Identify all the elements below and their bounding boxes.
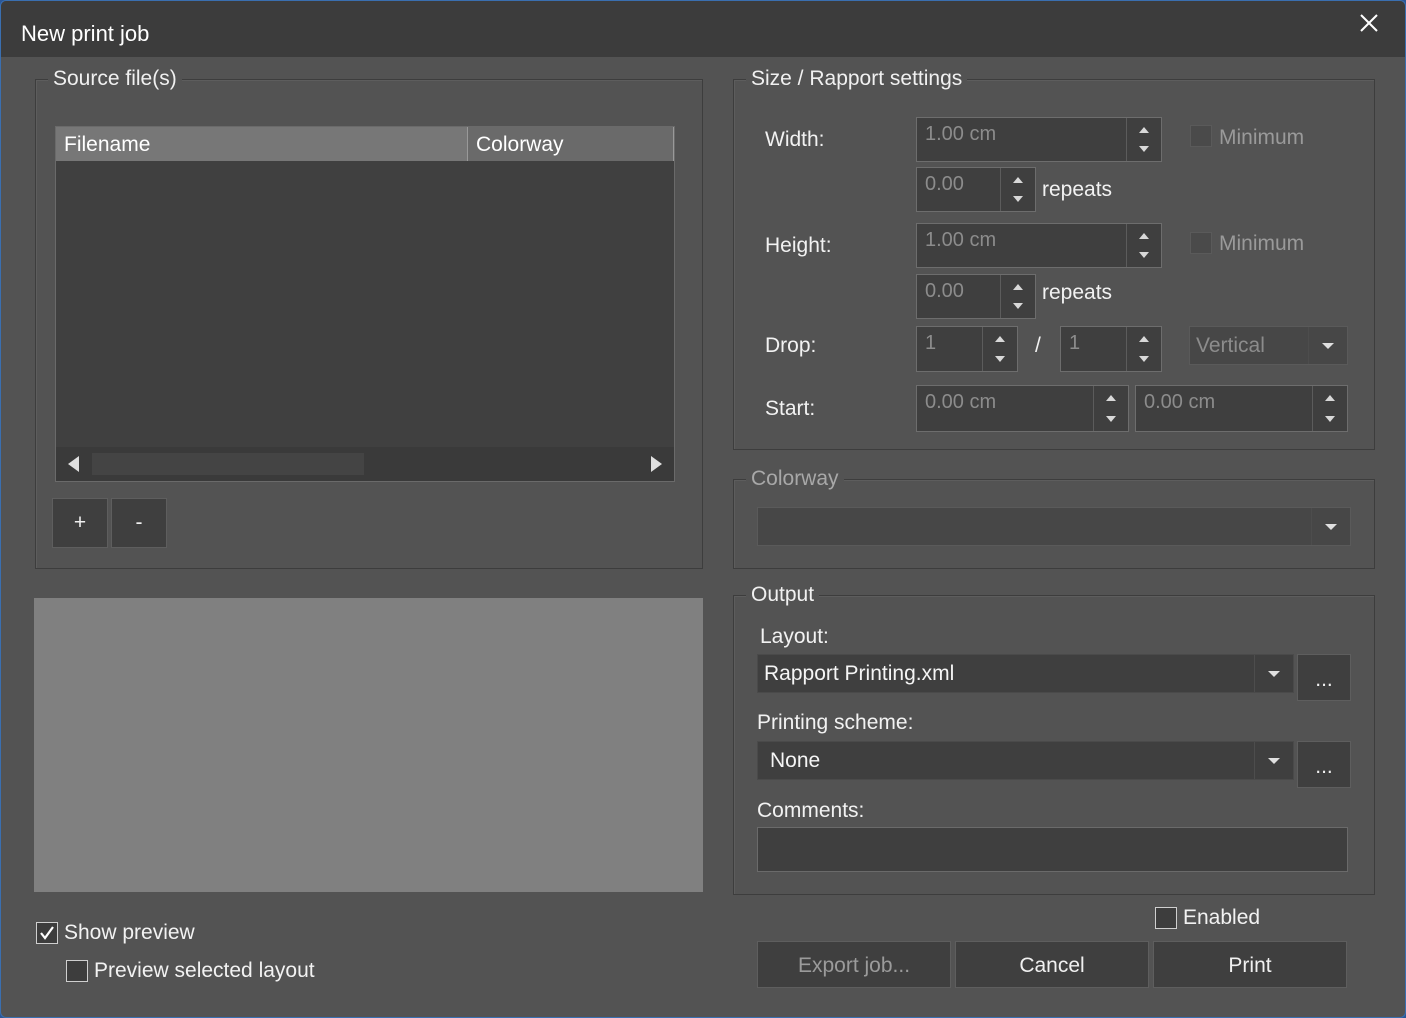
- print-job-dialog: New print job Source file(s) Filename Co…: [0, 0, 1406, 1018]
- chevron-down-icon[interactable]: [1254, 742, 1293, 779]
- comments-label: Comments:: [757, 799, 865, 822]
- chevron-up-icon[interactable]: [1013, 177, 1023, 183]
- chevron-down-icon[interactable]: [1139, 252, 1149, 258]
- output-group-title: Output: [746, 582, 820, 608]
- drop-label: Drop:: [765, 334, 817, 357]
- printing-scheme-browse-button[interactable]: ...: [1297, 741, 1351, 788]
- layout-label: Layout:: [760, 625, 829, 648]
- layout-browse-button[interactable]: ...: [1297, 654, 1351, 701]
- drop-denominator-value: 1: [1069, 332, 1081, 354]
- column-header-filename[interactable]: Filename: [56, 127, 468, 161]
- add-file-button[interactable]: +: [52, 498, 108, 548]
- chevron-down-icon[interactable]: [1106, 416, 1116, 422]
- chevron-up-icon[interactable]: [995, 336, 1005, 342]
- width-label: Width:: [765, 128, 825, 151]
- chevron-down-icon[interactable]: [1308, 327, 1347, 364]
- chevron-down-icon[interactable]: [1013, 196, 1023, 202]
- comments-field[interactable]: [757, 827, 1348, 872]
- width-minimum-checkbox[interactable]: [1190, 125, 1212, 147]
- layout-select[interactable]: Rapport Printing.xml: [757, 654, 1294, 693]
- colorway-group-title: Colorway: [746, 466, 844, 492]
- column-header-colorway[interactable]: Colorway: [468, 127, 674, 161]
- drop-denominator-spinbox[interactable]: 1: [1060, 326, 1162, 372]
- print-button[interactable]: Print: [1153, 941, 1347, 988]
- width-repeats-value: 0.00: [925, 173, 964, 195]
- preview-selected-layout-checkbox[interactable]: [66, 960, 88, 982]
- drop-numerator-value: 1: [925, 332, 937, 354]
- checkmark-icon: [40, 926, 54, 940]
- printing-scheme-value: None: [770, 749, 821, 772]
- enabled-checkbox[interactable]: [1155, 907, 1177, 929]
- chevron-up-icon[interactable]: [1325, 395, 1335, 401]
- dialog-title: New print job: [21, 21, 150, 46]
- chevron-up-icon[interactable]: [1139, 233, 1149, 239]
- preview-selected-layout-label[interactable]: Preview selected layout: [94, 958, 315, 984]
- export-job-button[interactable]: Export job...: [757, 941, 951, 988]
- height-minimum-checkbox[interactable]: [1190, 232, 1212, 254]
- start-y-spinbox[interactable]: 0.00 cm: [1135, 385, 1348, 432]
- drop-separator: /: [1035, 334, 1041, 357]
- scroll-right-icon[interactable]: [651, 456, 662, 472]
- layout-value: Rapport Printing.xml: [764, 662, 955, 685]
- chevron-up-icon[interactable]: [1013, 284, 1023, 290]
- title-bar: New print job: [1, 1, 1405, 57]
- chevron-up-icon[interactable]: [1139, 127, 1149, 133]
- start-label: Start:: [765, 397, 816, 420]
- close-icon: [1360, 14, 1378, 32]
- preview-area: [34, 598, 703, 892]
- start-y-value: 0.00 cm: [1144, 391, 1216, 413]
- cancel-button[interactable]: Cancel: [955, 941, 1149, 988]
- height-minimum-label: Minimum: [1219, 232, 1305, 255]
- chevron-up-icon[interactable]: [1139, 336, 1149, 342]
- height-repeats-label: repeats: [1042, 281, 1113, 304]
- height-value: 1.00 cm: [925, 229, 997, 251]
- start-x-value: 0.00 cm: [925, 391, 997, 413]
- width-repeats-spinbox[interactable]: 0.00: [916, 167, 1036, 212]
- width-minimum-label: Minimum: [1219, 126, 1305, 149]
- size-rapport-group-title: Size / Rapport settings: [746, 66, 968, 92]
- height-spinbox[interactable]: 1.00 cm: [916, 223, 1162, 268]
- drop-direction-select[interactable]: Vertical: [1189, 326, 1348, 365]
- enabled-label[interactable]: Enabled: [1183, 905, 1260, 931]
- colorway-select[interactable]: [757, 507, 1351, 546]
- scrollbar-thumb[interactable]: [92, 453, 364, 475]
- chevron-down-icon[interactable]: [1325, 416, 1335, 422]
- chevron-down-icon[interactable]: [1013, 303, 1023, 309]
- chevron-down-icon[interactable]: [995, 356, 1005, 362]
- remove-file-button[interactable]: -: [111, 498, 167, 548]
- width-value: 1.00 cm: [925, 123, 997, 145]
- source-file-list[interactable]: Filename Colorway: [55, 126, 675, 482]
- height-repeats-value: 0.00: [925, 280, 964, 302]
- width-repeats-label: repeats: [1042, 178, 1113, 201]
- chevron-up-icon[interactable]: [1106, 395, 1116, 401]
- chevron-down-icon[interactable]: [1139, 356, 1149, 362]
- chevron-down-icon[interactable]: [1139, 146, 1149, 152]
- drop-numerator-spinbox[interactable]: 1: [916, 326, 1018, 372]
- horizontal-scrollbar[interactable]: [56, 447, 674, 481]
- show-preview-checkbox[interactable]: [36, 922, 58, 944]
- source-files-group-title: Source file(s): [48, 66, 182, 92]
- height-label: Height:: [765, 234, 832, 257]
- printing-scheme-label: Printing scheme:: [757, 711, 914, 734]
- show-preview-label[interactable]: Show preview: [64, 920, 195, 946]
- width-spinbox[interactable]: 1.00 cm: [916, 117, 1162, 162]
- chevron-down-icon[interactable]: [1311, 508, 1350, 545]
- chevron-down-icon[interactable]: [1254, 655, 1293, 692]
- scroll-left-icon[interactable]: [68, 456, 79, 472]
- close-button[interactable]: [1351, 7, 1387, 43]
- start-x-spinbox[interactable]: 0.00 cm: [916, 385, 1129, 432]
- height-repeats-spinbox[interactable]: 0.00: [916, 274, 1036, 319]
- printing-scheme-select[interactable]: None: [757, 741, 1294, 780]
- drop-direction-value: Vertical: [1196, 334, 1265, 357]
